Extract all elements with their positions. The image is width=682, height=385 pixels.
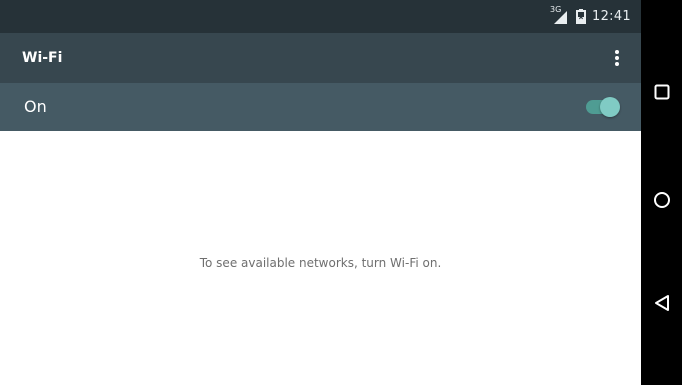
home-button[interactable] xyxy=(645,183,678,216)
page-title: Wi-Fi xyxy=(22,50,63,66)
status-bar: 3G 12:41 xyxy=(0,0,641,33)
more-vert-icon xyxy=(615,50,619,66)
status-icons: 3G 12:41 xyxy=(550,0,631,33)
battery-icon xyxy=(576,9,587,24)
home-icon xyxy=(653,191,670,208)
toggle-thumb xyxy=(600,97,620,117)
switch-label: On xyxy=(24,97,47,116)
wifi-master-switch-bar[interactable]: On xyxy=(0,83,641,131)
app-bar: Wi-Fi xyxy=(0,33,641,83)
wifi-toggle[interactable] xyxy=(584,95,622,119)
navigation-bar xyxy=(641,0,682,385)
clock: 12:41 xyxy=(592,9,631,24)
recents-icon xyxy=(654,84,669,99)
back-icon xyxy=(654,294,669,311)
screen: 3G 12:41 Wi-Fi On To see available netwo… xyxy=(0,0,682,385)
signal-icon: 3G xyxy=(550,5,570,25)
content-area: To see available networks, turn Wi-Fi on… xyxy=(0,131,641,385)
recents-button[interactable] xyxy=(645,75,678,108)
more-options-button[interactable] xyxy=(599,40,635,76)
empty-state-message: To see available networks, turn Wi-Fi on… xyxy=(199,256,442,270)
back-button[interactable] xyxy=(645,286,678,319)
